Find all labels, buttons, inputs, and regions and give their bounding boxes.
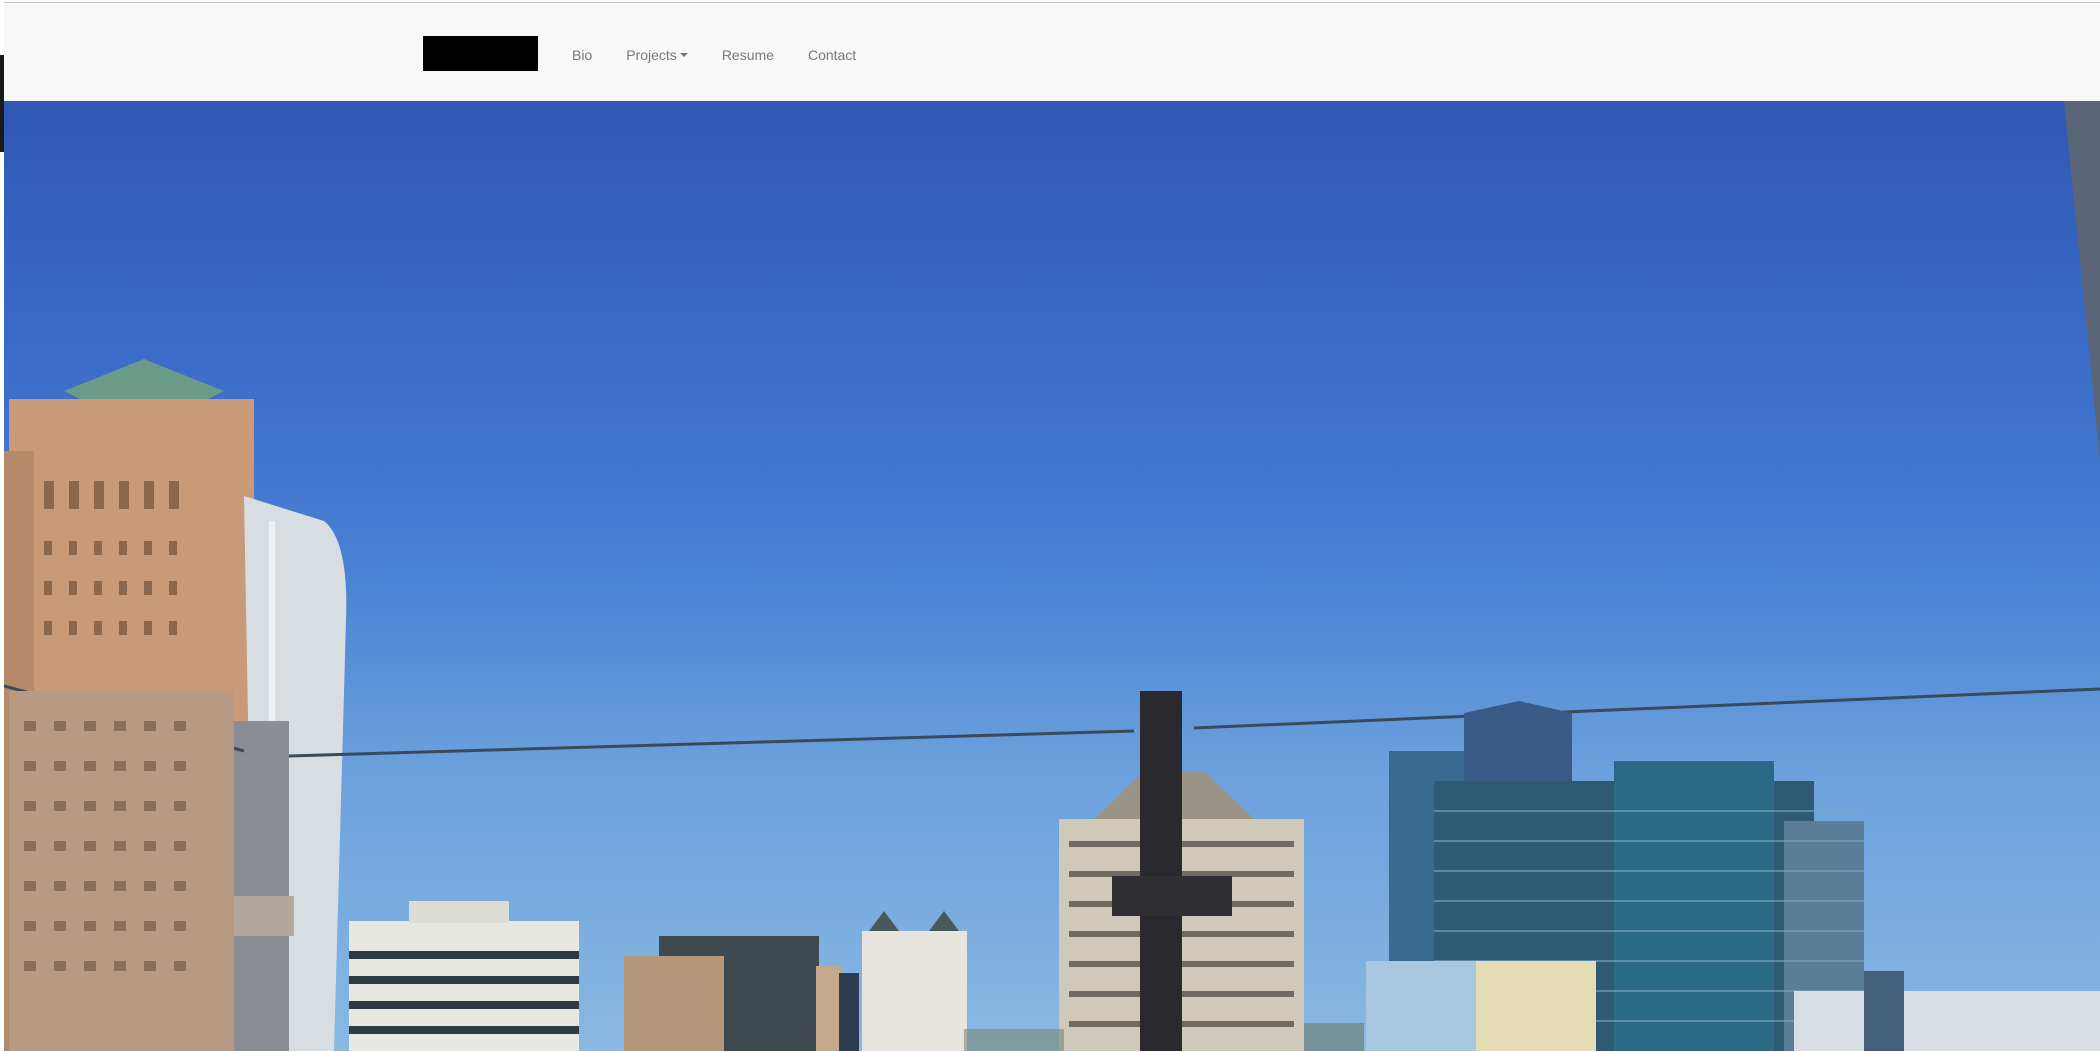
tan-building-shape [9,691,234,1051]
low-buildings-shape [1864,971,1904,1051]
nav-item-label: Contact [807,47,857,63]
nav-item-label: Bio [572,47,593,63]
railing-line-shape [1193,687,2100,730]
small-tan-building-shape [816,966,841,1051]
light-building-shape [1366,961,1476,1051]
city-skyline-photo [4,101,2100,1051]
horizon-shape [1304,1023,1364,1051]
white-building-top-shape [409,901,509,923]
spire-shape [929,911,959,931]
railing-line-shape [288,729,1135,758]
nav-item-label: Resume [721,47,774,63]
glass-tower-top-shape [1464,701,1572,781]
spire-shape [869,911,899,931]
brown-building-shape [624,956,724,1051]
black-pole-shape [1140,691,1182,1051]
tower-roof-shape [64,359,224,401]
horizon-shape [964,1029,1064,1051]
nav-item-contact[interactable]: Contact [808,47,856,63]
nav-item-resume[interactable]: Resume [722,47,774,63]
low-buildings-shape [1794,991,2100,1051]
small-dark-building-shape [839,973,859,1051]
yellow-building-shape [1476,961,1596,1051]
nav-item-label: Projects [626,47,677,63]
top-navbar: Bio Projects Resume Contact [4,2,2100,101]
hero-image [4,101,2100,1051]
pole-bracket-shape [1112,876,1232,916]
white-spire-tower-shape [862,931,967,1051]
glass-tower-shape [1614,761,1774,1051]
nav-item-projects[interactable]: Projects [626,47,688,63]
brand-logo[interactable] [423,36,538,71]
nav-item-bio[interactable]: Bio [572,47,592,63]
page: Bio Projects Resume Contact [0,0,2100,1052]
main-nav: Bio Projects Resume Contact [556,43,890,67]
caret-down-icon [679,53,688,57]
window-frame-shape [2029,101,2100,461]
